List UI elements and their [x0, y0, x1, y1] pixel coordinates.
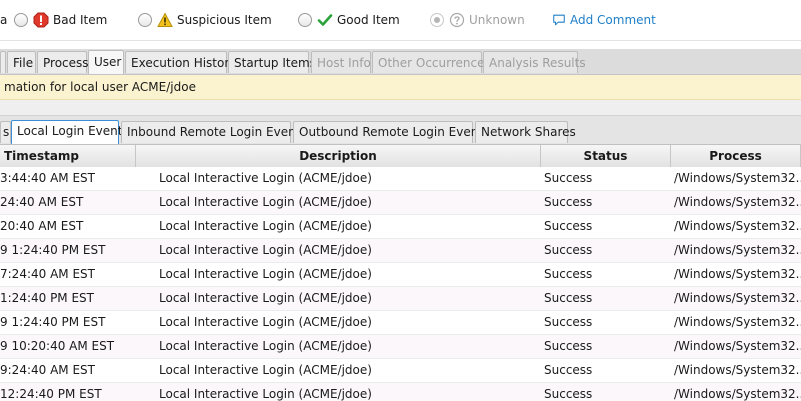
tab-host-info: Host Info: [311, 51, 371, 73]
cell-process: /Windows/System32...: [674, 387, 801, 401]
suspicious-item-radio[interactable]: [138, 13, 152, 27]
question-icon: [449, 12, 465, 28]
cell-timestamp: 20:40 AM EST: [0, 219, 84, 233]
cell-process: /Windows/System32...: [674, 243, 801, 257]
cell-description: Local Interactive Login (ACME/jdoe): [159, 267, 372, 281]
table-row[interactable]: 3:44:40 AM EST Local Interactive Login (…: [0, 167, 801, 191]
table-row[interactable]: 1:24:40 PM EST Local Interactive Login (…: [0, 287, 801, 311]
subtab-outbound-remote-login-events[interactable]: Outbound Remote Login Events: [293, 121, 489, 143]
subtab-local-login-events[interactable]: Local Login Events: [11, 120, 129, 144]
cell-description: Local Interactive Login (ACME/jdoe): [159, 339, 372, 353]
unknown-radio[interactable]: [430, 13, 444, 27]
table-body: 3:44:40 AM EST Local Interactive Login (…: [0, 167, 801, 401]
tab-user[interactable]: User: [88, 50, 124, 74]
cell-timestamp: 3:44:40 AM EST: [0, 171, 95, 185]
cell-status: Success: [544, 195, 593, 209]
suspicious-item-option[interactable]: Suspicious Item: [138, 10, 272, 30]
partial-option: a: [0, 10, 7, 30]
subtab-network-shares[interactable]: Network Shares: [475, 121, 576, 143]
cell-process: /Windows/System32...: [674, 339, 801, 353]
cell-timestamp: 9 10:20:40 AM EST: [0, 339, 115, 353]
cell-status: Success: [544, 267, 593, 281]
good-item-option[interactable]: Good Item: [298, 10, 400, 30]
column-header-description[interactable]: Description: [136, 145, 541, 167]
section-divider: [0, 100, 801, 116]
add-comment-link[interactable]: Add Comment: [552, 10, 656, 30]
cell-process: /Windows/System32...: [674, 363, 801, 377]
sub-tab-strip: s Local Login Events Inbound Remote Logi…: [0, 116, 801, 145]
column-header-timestamp[interactable]: Timestamp: [0, 145, 136, 167]
warning-icon: [157, 12, 173, 27]
cell-status: Success: [544, 387, 593, 401]
cell-process: /Windows/System32...: [674, 171, 801, 185]
cell-description: Local Interactive Login (ACME/jdoe): [159, 363, 372, 377]
subtab-clipped[interactable]: s: [0, 121, 11, 143]
cell-timestamp: 9:24:40 AM EST: [0, 363, 95, 377]
unknown-option[interactable]: Unknown: [430, 10, 525, 30]
cell-description: Local Interactive Login (ACME/jdoe): [159, 243, 372, 257]
add-comment-label[interactable]: Add Comment: [570, 13, 656, 27]
main-tab-strip: File Process User Execution History Star…: [0, 49, 801, 75]
table-row[interactable]: 20:40 AM EST Local Interactive Login (AC…: [0, 215, 801, 239]
cell-description: Local Interactive Login (ACME/jdoe): [159, 195, 372, 209]
tab-startup-items[interactable]: Startup Items: [228, 51, 316, 73]
subtab-inbound-remote-login-events[interactable]: Inbound Remote Login Events: [121, 121, 307, 143]
cell-process: /Windows/System32...: [674, 291, 801, 305]
tab-file[interactable]: File: [7, 51, 36, 73]
info-bar: mation for local user ACME/jdoe: [0, 75, 801, 100]
good-item-label: Good Item: [337, 13, 400, 27]
cell-description: Local Interactive Login (ACME/jdoe): [159, 291, 372, 305]
info-bar-text: mation for local user ACME/jdoe: [4, 80, 196, 94]
cell-timestamp: 9 1:24:40 PM EST: [0, 243, 106, 257]
partial-option-label: a: [0, 13, 8, 27]
cell-timestamp: 12:24:40 PM EST: [0, 387, 102, 401]
cell-status: Success: [544, 363, 593, 377]
column-header-status[interactable]: Status: [541, 145, 671, 167]
cell-timestamp: 9 1:24:40 PM EST: [0, 315, 106, 329]
tab-analysis-results: Analysis Results: [483, 51, 586, 73]
cell-status: Success: [544, 339, 593, 353]
cell-timestamp: 1:24:40 PM EST: [0, 291, 95, 305]
good-item-radio[interactable]: [298, 13, 312, 27]
column-header-process[interactable]: Process: [671, 145, 801, 167]
bad-item-label: Bad Item: [53, 13, 108, 27]
cell-status: Success: [544, 171, 593, 185]
cell-status: Success: [544, 315, 593, 329]
cell-process: /Windows/System32...: [674, 219, 801, 233]
cell-timestamp: 7:24:40 AM EST: [0, 267, 95, 281]
cell-status: Success: [544, 291, 593, 305]
table-header: Timestamp Description Status Process: [0, 145, 801, 168]
table-row[interactable]: 9:24:40 AM EST Local Interactive Login (…: [0, 359, 801, 383]
table-row[interactable]: 9 10:20:40 AM EST Local Interactive Logi…: [0, 335, 801, 359]
tab-clipped[interactable]: [0, 51, 6, 73]
cell-timestamp: 24:40 AM EST: [0, 195, 84, 209]
table-row[interactable]: 7:24:40 AM EST Local Interactive Login (…: [0, 263, 801, 287]
table-row[interactable]: 9 1:24:40 PM EST Local Interactive Login…: [0, 239, 801, 263]
bad-item-radio[interactable]: [14, 13, 28, 27]
cell-process: /Windows/System32...: [674, 195, 801, 209]
cell-description: Local Interactive Login (ACME/jdoe): [159, 171, 372, 185]
tab-process[interactable]: Process: [37, 51, 89, 73]
tab-execution-history[interactable]: Execution History: [125, 51, 236, 73]
cell-status: Success: [544, 243, 593, 257]
table-row[interactable]: 24:40 AM EST Local Interactive Login (AC…: [0, 191, 801, 215]
cell-description: Local Interactive Login (ACME/jdoe): [159, 387, 372, 401]
bad-item-option[interactable]: Bad Item: [14, 10, 107, 30]
bad-item-icon: [33, 12, 49, 28]
checkmark-icon: [317, 14, 333, 26]
login-events-table: Timestamp Description Status Process 3:4…: [0, 145, 801, 401]
unknown-label: Unknown: [469, 13, 525, 27]
suspicious-item-label: Suspicious Item: [177, 13, 272, 27]
cell-description: Local Interactive Login (ACME/jdoe): [159, 315, 372, 329]
table-row[interactable]: 9 1:24:40 PM EST Local Interactive Login…: [0, 311, 801, 335]
classification-bar: a Bad Item Suspicious Item Good Item Unk…: [0, 0, 801, 41]
tab-other-occurrences: Other Occurrences: [372, 51, 491, 73]
comment-icon: [553, 14, 565, 26]
cell-status: Success: [544, 219, 593, 233]
table-row[interactable]: 12:24:40 PM EST Local Interactive Login …: [0, 383, 801, 401]
cell-process: /Windows/System32...: [674, 267, 801, 281]
cell-description: Local Interactive Login (ACME/jdoe): [159, 219, 372, 233]
cell-process: /Windows/System32...: [674, 315, 801, 329]
